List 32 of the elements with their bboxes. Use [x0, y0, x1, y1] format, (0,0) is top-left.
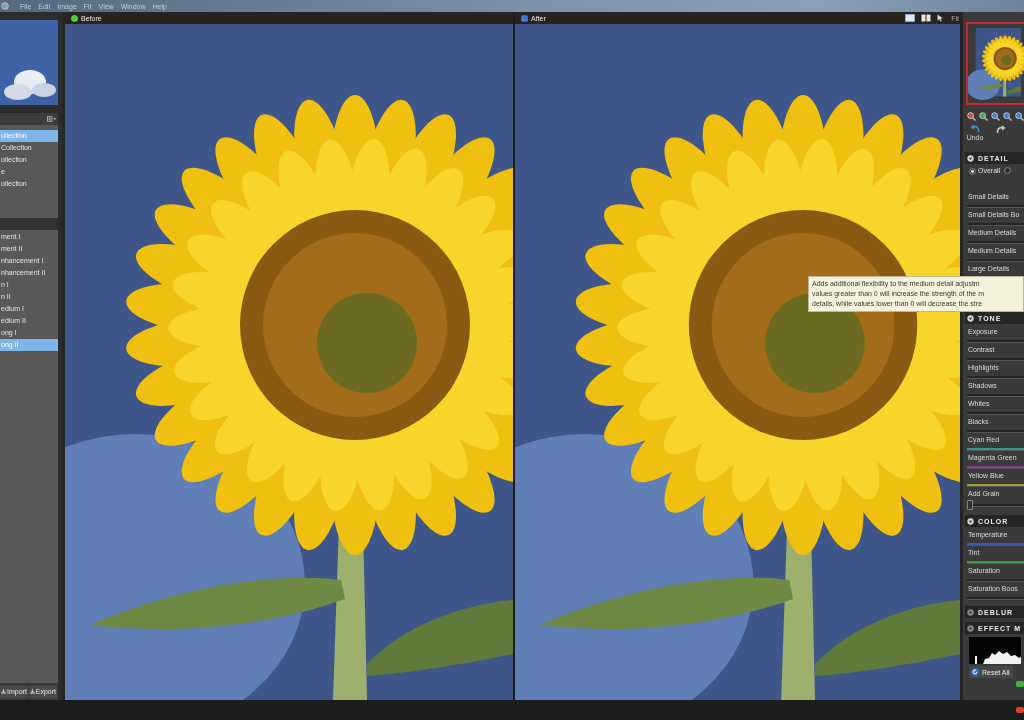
magnifier-icon[interactable] [979, 111, 988, 121]
dot-icon [71, 14, 78, 22]
expand-arrow-icon [967, 624, 974, 632]
collapse-arrow-icon [967, 314, 974, 322]
tray-arrow-icon [29, 689, 35, 694]
tray-arrow-icon [1, 689, 6, 694]
pointer-icon[interactable] [937, 14, 946, 22]
slider-track[interactable] [967, 500, 1024, 510]
slider-thumb[interactable] [967, 500, 973, 510]
redo-arrow-icon[interactable] [996, 125, 1006, 134]
mask-preview-drawing [969, 637, 1021, 664]
slider-track[interactable] [967, 484, 1024, 487]
collapse-arrow-icon [967, 154, 974, 162]
expand-arrow-icon [967, 608, 974, 616]
circular-arrow-icon [971, 668, 979, 676]
collapse-arrow-icon [967, 517, 974, 525]
status-light-icon [1016, 681, 1024, 687]
single-view-icon[interactable] [905, 14, 916, 22]
magnifier-icon[interactable] [1003, 111, 1012, 121]
split-view-icon[interactable] [921, 14, 932, 22]
undo-arrow-icon [970, 124, 980, 133]
slider-track[interactable] [967, 448, 1024, 451]
magnifier-icon[interactable] [991, 111, 1000, 121]
magnifier-icon[interactable] [967, 111, 976, 121]
grid-menu-icon[interactable] [47, 116, 56, 122]
magnifier-icon[interactable] [1015, 111, 1024, 121]
slider-track[interactable] [967, 561, 1024, 564]
slider-track[interactable] [967, 543, 1024, 546]
status-light-icon [1016, 707, 1024, 713]
slider-track[interactable] [967, 466, 1024, 469]
app-icon[interactable] [1, 2, 9, 10]
radio-icon[interactable] [1004, 167, 1012, 174]
